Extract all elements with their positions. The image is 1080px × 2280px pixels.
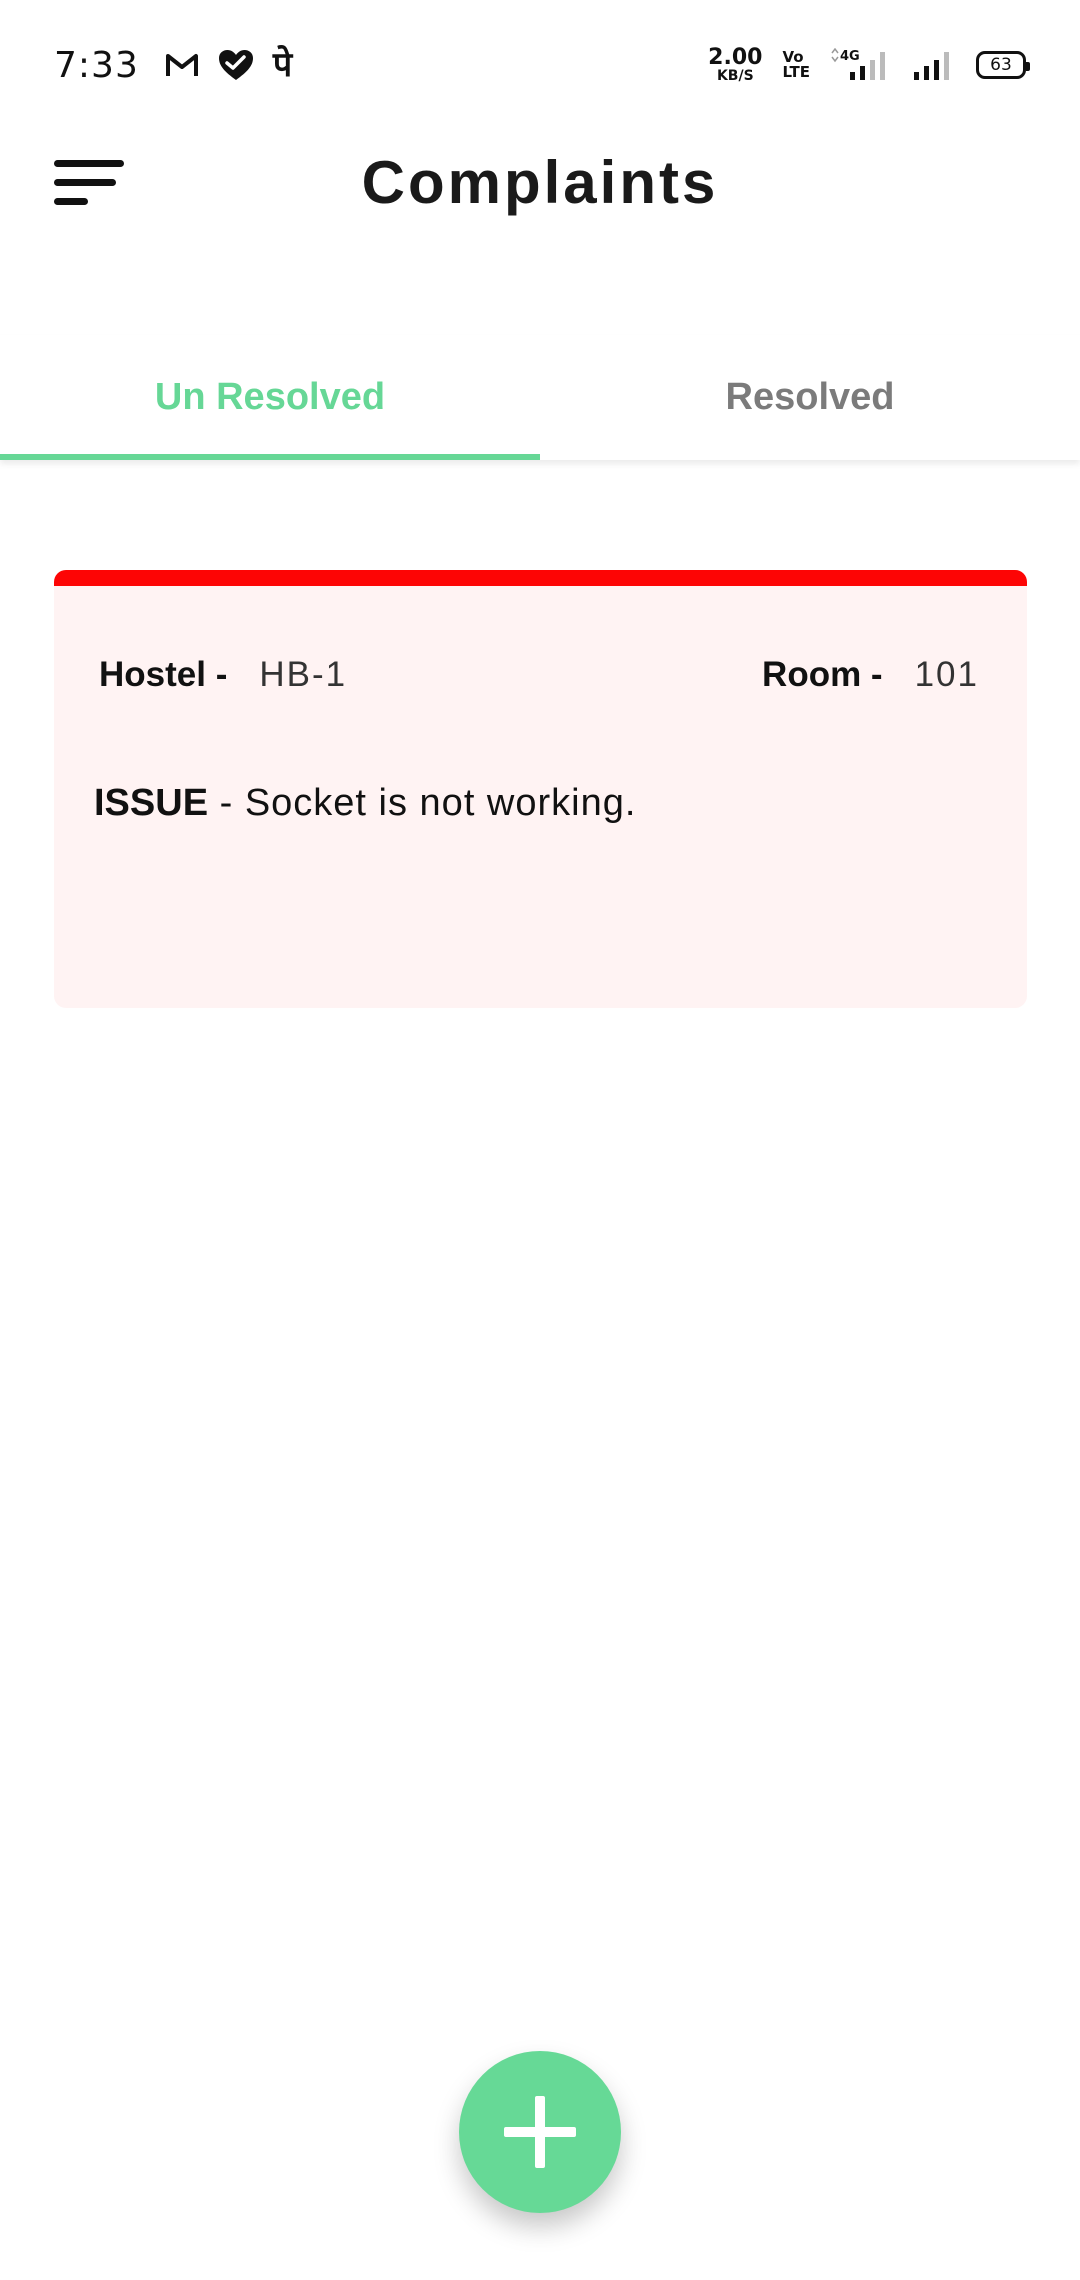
health-heart-icon bbox=[218, 50, 253, 80]
complaints-screen: 7:33 पे 2.00 KB/S Vo LTE 4G 63 Complaint… bbox=[0, 0, 1080, 2280]
room-label: Room - bbox=[762, 655, 883, 694]
issue-label: ISSUE bbox=[94, 782, 209, 824]
room-value: 101 bbox=[914, 655, 979, 694]
status-color-bar bbox=[54, 570, 1027, 586]
volte-icon: Vo LTE bbox=[782, 48, 810, 81]
network-speed-unit: KB/S bbox=[716, 68, 754, 84]
page-title: Complaints bbox=[361, 149, 719, 216]
notification-icons: पे bbox=[165, 48, 292, 82]
hostel-label: Hostel - bbox=[99, 655, 228, 694]
hostel-value: HB-1 bbox=[259, 655, 348, 694]
status-bar: 7:33 पे 2.00 KB/S Vo LTE 4G 63 bbox=[0, 0, 1080, 130]
status-right: 2.00 KB/S Vo LTE 4G 63 bbox=[708, 45, 1030, 84]
network-speed: 2.00 KB/S bbox=[708, 45, 763, 84]
battery-level: 63 bbox=[990, 55, 1012, 75]
status-time: 7:33 bbox=[54, 44, 139, 86]
signal-strength-icon bbox=[914, 52, 949, 80]
add-complaint-button[interactable] bbox=[459, 2051, 621, 2213]
hostel-room-row: Hostel - HB-1 Room - 101 bbox=[99, 655, 979, 695]
complaint-tabs: Un Resolved Resolved bbox=[0, 335, 1080, 460]
status-left: 7:33 पे bbox=[54, 45, 292, 86]
phonepe-icon: पे bbox=[272, 45, 293, 85]
room-pair: Room - 101 bbox=[762, 655, 979, 695]
plus-icon bbox=[504, 2096, 576, 2168]
tab-resolved[interactable]: Resolved bbox=[540, 335, 1080, 460]
issue-line: ISSUE - Socket is not working. bbox=[94, 782, 987, 825]
svg-text:4G: 4G bbox=[840, 49, 860, 64]
battery-icon: 63 bbox=[976, 51, 1030, 79]
app-bar: Complaints bbox=[0, 130, 1080, 238]
network-speed-value: 2.00 bbox=[708, 45, 763, 70]
complaint-card[interactable]: Hostel - HB-1 Room - 101 ISSUE - Socket … bbox=[54, 570, 1027, 1008]
signal-4g-icon: 4G bbox=[831, 48, 885, 80]
issue-text: - Socket is not working. bbox=[219, 782, 637, 824]
tab-un-resolved[interactable]: Un Resolved bbox=[0, 335, 540, 460]
gmail-icon bbox=[165, 54, 198, 76]
hostel-pair: Hostel - HB-1 bbox=[99, 655, 347, 695]
